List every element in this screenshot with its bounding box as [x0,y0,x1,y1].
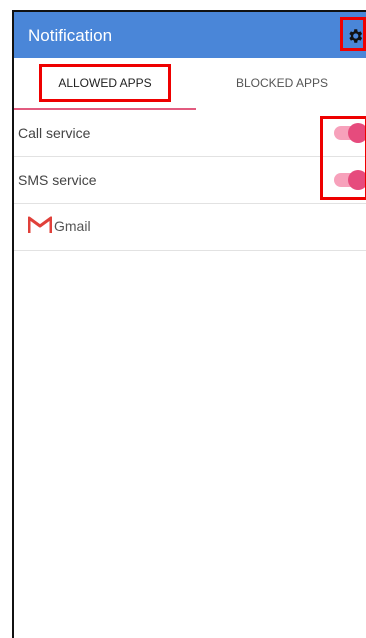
page-title: Notification [28,26,113,45]
tab-blocked-apps-label: BLOCKED APPS [235,76,329,90]
list-item-call-service: Call service [14,110,366,157]
settings-button[interactable] [340,17,366,51]
phone-screen: Notification ALLOWED APPS BLOCKED APPS C… [12,10,366,638]
tab-allowed-apps[interactable]: ALLOWED APPS [14,58,196,108]
service-list: Call service SMS service Gmail [14,110,366,251]
tab-blocked-apps[interactable]: BLOCKED APPS [196,58,366,108]
tab-allowed-apps-label: ALLOWED APPS [39,64,171,102]
list-item-gmail[interactable]: Gmail [14,204,366,251]
tab-bar: ALLOWED APPS BLOCKED APPS [14,58,366,110]
app-bar: Notification [14,12,366,58]
gear-icon [349,29,363,43]
call-service-label: Call service [18,125,91,141]
gmail-label: Gmail [54,218,91,234]
sms-service-label: SMS service [18,172,97,188]
gmail-icon [28,216,52,234]
toggle-highlight-box [320,116,366,200]
list-item-sms-service: SMS service [14,157,366,204]
